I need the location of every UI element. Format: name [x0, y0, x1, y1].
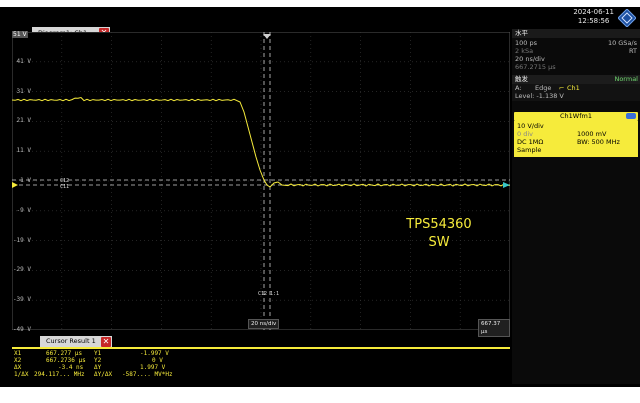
top-bar: 2024-06-11 12:58:56	[0, 7, 640, 29]
channel-title: Ch1Wfm1	[560, 112, 592, 120]
channel-offset: 0 div	[517, 130, 533, 138]
cursor-value: -587.... MV*Hz	[122, 371, 173, 378]
cursor-key: X2	[14, 357, 22, 364]
trigger-source-label: A:	[515, 84, 522, 92]
horizontal-div[interactable]: 20 ns/div	[515, 55, 637, 63]
y-label-top: 51 V	[12, 31, 28, 38]
channel-scale: 10 V/div	[517, 122, 544, 130]
y-axis-label: -39 V	[12, 296, 31, 304]
cursor-value: 0 V	[152, 357, 163, 364]
channel-mode: Sample	[517, 146, 542, 154]
horizontal-time-scale[interactable]: 100 ps 10 GSa/s	[515, 39, 637, 47]
y-axis-label: 41 V	[16, 57, 31, 65]
cursor-key: Y2	[94, 357, 102, 364]
marker-c11: C11	[60, 184, 70, 190]
y-axis-label: 1 V	[20, 177, 31, 184]
channel-settings[interactable]: 10 V/div 0 div 1000 mV DC 1MΩ BW: 500 MH…	[514, 121, 638, 157]
channel-offset-value: 1000 mV	[577, 130, 607, 138]
rs-logo-icon[interactable]	[618, 9, 636, 27]
channel-coupling: DC 1MΩ	[517, 138, 544, 146]
channel-offset-line: 0 div 1000 mV	[517, 130, 639, 138]
channel-coupling-line: DC 1MΩ BW: 500 MHz	[517, 138, 639, 146]
minimize-icon[interactable]	[626, 113, 636, 119]
y-axis-label: -9 V	[16, 206, 31, 214]
horizontal-position[interactable]: 667.2715 μs	[515, 63, 637, 71]
waveform-svg	[12, 32, 510, 330]
y-axis-label: 31 V	[16, 87, 31, 95]
cursor-tab-label: Cursor Result 1	[46, 337, 96, 345]
cursor-result-tab[interactable]: Cursor Result 1 ✕	[40, 336, 112, 347]
marker-c121: C12 1:1	[258, 291, 280, 297]
cursor-key: X1	[14, 350, 22, 357]
annotation: TPS54360 SW	[394, 216, 484, 252]
horizontal-header[interactable]: 水平	[512, 29, 640, 38]
sample-rate-value: 10 GSa/s	[607, 39, 637, 47]
settings-panel: 水平 100 ps 10 GSa/s 2 kSa RT 20 ns/div 66…	[512, 29, 640, 384]
time-position-box: 667.37 μs	[478, 319, 510, 337]
y-axis-label: 21 V	[16, 117, 31, 125]
trigger-header: 触发 Normal	[512, 75, 640, 84]
cursor-result-panel: X1 667.277 μs Y1 -1.997 V X2 667.2736 μs…	[12, 347, 510, 381]
time: 12:58:56	[577, 17, 610, 25]
edge-rising-icon: ⌐	[559, 84, 565, 92]
trigger-channel: Ch1	[567, 84, 580, 92]
y-axis-label: 11 V	[16, 147, 31, 155]
horizontal-record[interactable]: 2 kSa RT	[515, 47, 637, 55]
y-axis-label: -19 V	[12, 236, 31, 244]
date: 2024-06-11	[573, 8, 614, 16]
record-value: 2 kSa	[515, 47, 534, 55]
cursor-key: 1/ΔX	[14, 371, 29, 378]
cursor-value: -3.4 ns	[58, 364, 84, 371]
rt-label: RT	[628, 47, 637, 55]
cursor-key: Y1	[94, 350, 102, 357]
trigger-mode: Normal	[614, 75, 638, 83]
y-axis-label: -29 V	[12, 266, 31, 274]
channel-header[interactable]: Ch1Wfm1	[514, 112, 638, 121]
cursor-value: 294.117... MHz	[34, 371, 85, 378]
y-axis-label: -49 V	[12, 326, 31, 333]
datetime: 2024-06-11 12:58:56	[573, 8, 614, 26]
time-div-box: 20 ns/div	[248, 319, 280, 329]
cursor-value: 667.2736 μs	[46, 357, 86, 364]
channel-bandwidth: BW: 500 MHz	[577, 138, 620, 146]
trigger-box[interactable]: 触发 Normal A: Edge ⌐ Ch1 Level: -1.138 V	[512, 75, 640, 101]
cursor-value: -1.997 V	[140, 350, 169, 357]
bottom-margin	[0, 387, 640, 403]
cursor-key: ΔY	[94, 364, 102, 371]
annotation-line-2: SW	[428, 235, 450, 250]
trigger-edge: Edge	[535, 84, 552, 92]
trigger-title: 触发	[515, 75, 528, 83]
cursor-key: ΔX	[14, 364, 22, 371]
annotation-line-1: TPS54360	[406, 217, 472, 232]
time-scale-value: 100 ps	[515, 39, 537, 47]
trigger-source-line: A: Edge ⌐ Ch1	[515, 84, 637, 92]
cursor-key: ΔY/ΔX	[94, 371, 113, 378]
close-icon[interactable]: ✕	[101, 337, 111, 347]
trigger-level: Level: -1.138 V	[515, 92, 564, 100]
cursor-value: 667.277 μs	[46, 350, 83, 357]
waveform-plot[interactable]: 51 V 41 V 31 V 21 V 11 V 1 V -9 V -19 V -29 V -3…	[12, 31, 510, 337]
cursor-value: 1.997 V	[140, 364, 166, 371]
